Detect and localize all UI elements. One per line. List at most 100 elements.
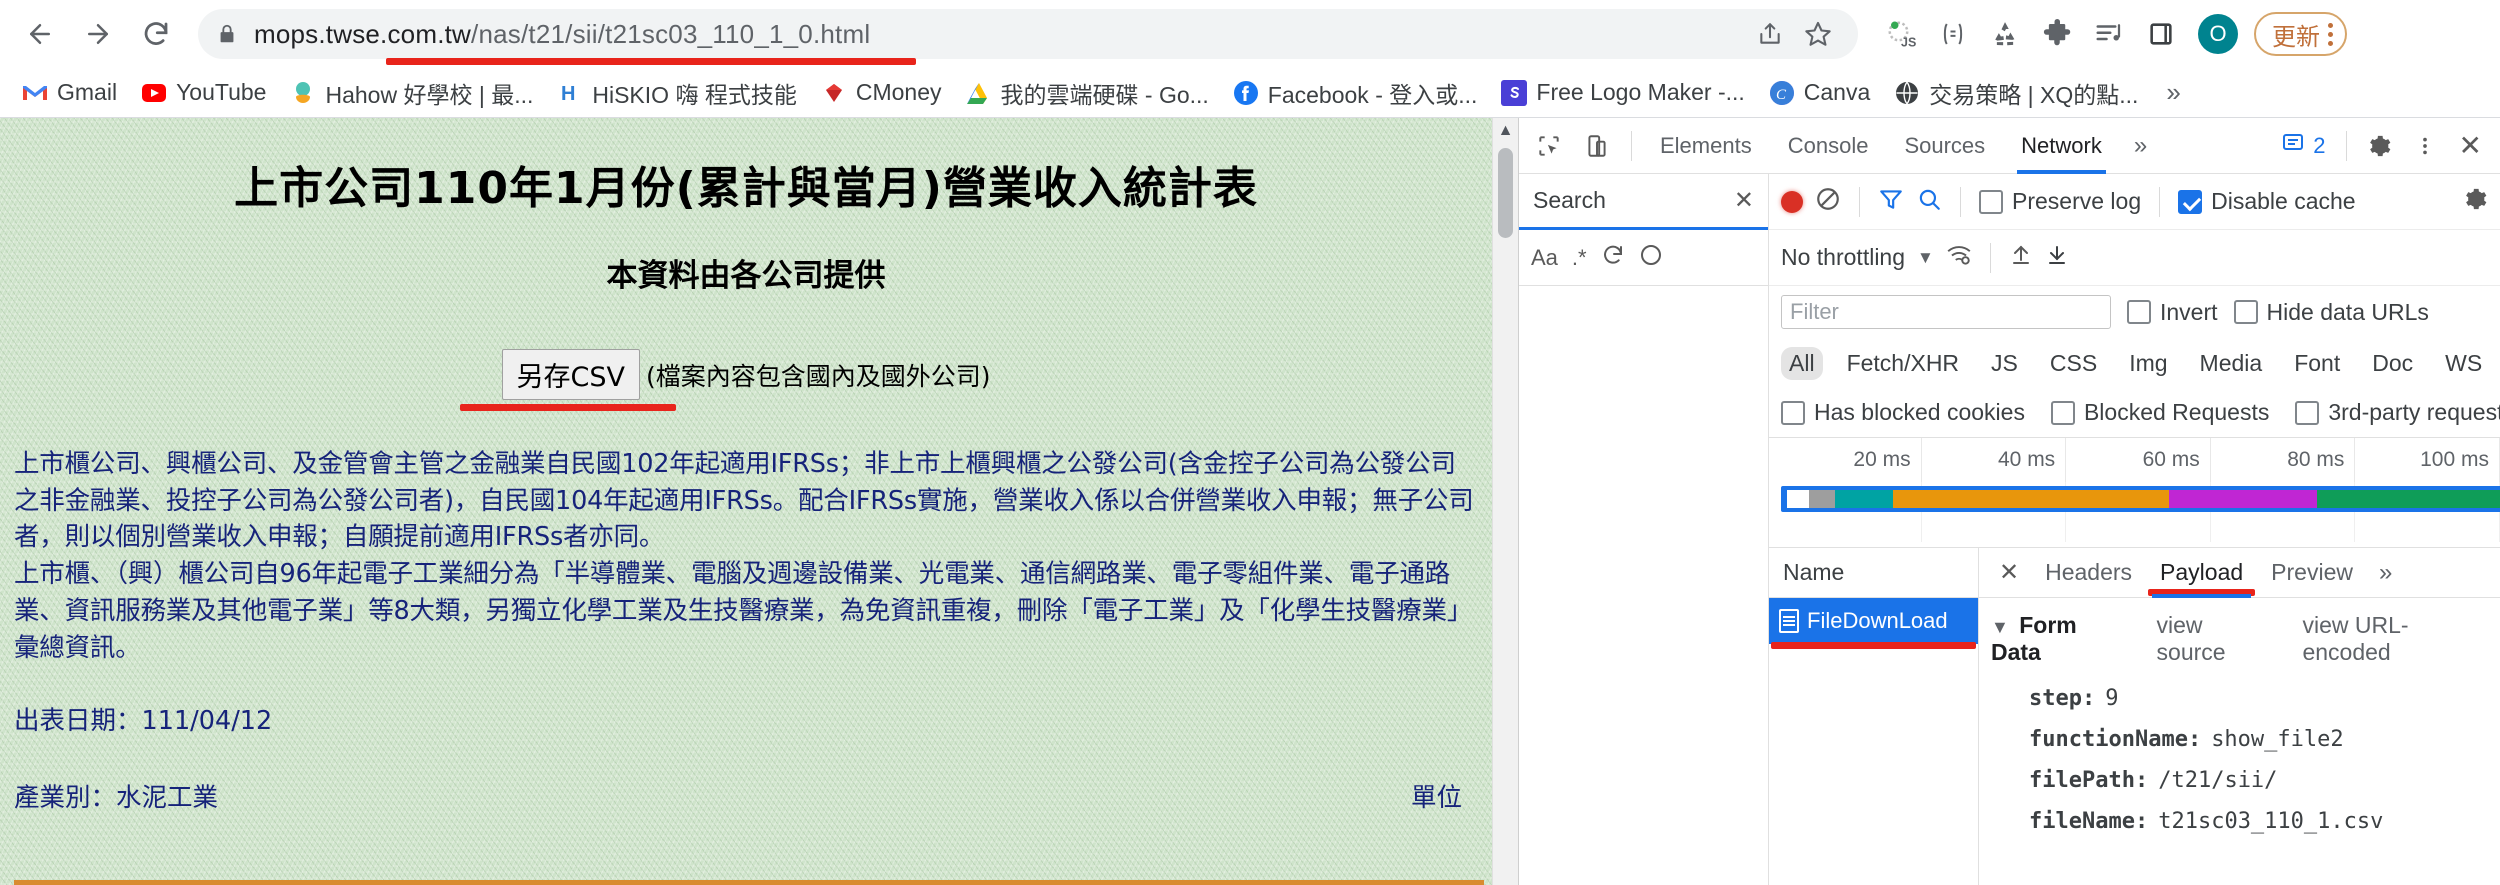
- forward-button[interactable]: [72, 8, 124, 60]
- checkbox-box[interactable]: [2233, 300, 2258, 324]
- type-filter-img[interactable]: Img: [2121, 347, 2175, 380]
- detail-tabs-overflow-button[interactable]: »: [2369, 559, 2402, 587]
- reading-list-icon[interactable]: [2140, 13, 2182, 55]
- request-row-filedownload[interactable]: FileDownLoad: [1769, 598, 1978, 649]
- checkbox-box[interactable]: [1781, 400, 1805, 425]
- music-playlist-extension-icon[interactable]: [2088, 13, 2130, 55]
- type-filter-js[interactable]: JS: [1983, 347, 2026, 380]
- update-button[interactable]: 更新: [2254, 12, 2347, 56]
- refresh-icon[interactable]: [1601, 243, 1625, 273]
- type-filter-doc[interactable]: Doc: [2364, 347, 2421, 380]
- disable-cache-checkbox[interactable]: Disable cache: [2178, 188, 2356, 215]
- form-data-title-group[interactable]: ▼ Form Data: [1991, 612, 2127, 666]
- puzzle-extensions-icon[interactable]: [2036, 13, 2078, 55]
- checkbox-box[interactable]: [1979, 189, 2003, 214]
- view-url-encoded-link[interactable]: view URL-encoded: [2302, 612, 2488, 666]
- type-filter-media[interactable]: Media: [2192, 347, 2271, 380]
- blocked-requests-checkbox[interactable]: Blocked Requests: [2050, 399, 2269, 426]
- filter-row: Filter Invert Hide data URLs: [1769, 286, 2500, 338]
- filter-input[interactable]: Filter: [1781, 295, 2111, 329]
- detail-tab-payload[interactable]: Payload: [2148, 548, 2256, 598]
- bookmark-canva[interactable]: C Canva: [1759, 73, 1880, 112]
- equal-brackets-extension-icon[interactable]: [1932, 13, 1974, 55]
- chevron-down-icon[interactable]: ▼: [1917, 248, 1934, 268]
- type-filter-ws[interactable]: WS: [2437, 347, 2490, 380]
- export-har-icon[interactable]: [2045, 242, 2069, 274]
- match-case-icon[interactable]: Aa: [1531, 245, 1558, 271]
- devtools-more-icon[interactable]: [2405, 126, 2445, 166]
- bookmark-hahow[interactable]: Hahow 好學校 | 最...: [280, 70, 543, 116]
- bookmark-logomaker[interactable]: Free Logo Maker -...: [1491, 73, 1754, 112]
- type-filter-css[interactable]: CSS: [2042, 347, 2105, 380]
- hide-data-urls-checkbox[interactable]: Hide data URLs: [2233, 299, 2429, 326]
- javascript-extension-icon[interactable]: JS: [1880, 13, 1922, 55]
- type-filter-font[interactable]: Font: [2286, 347, 2348, 380]
- detail-tab-preview[interactable]: Preview: [2259, 548, 2365, 598]
- clear-log-icon[interactable]: [1815, 186, 1841, 218]
- svg-text:C: C: [1776, 87, 1787, 103]
- tab-network[interactable]: Network: [2007, 118, 2116, 174]
- address-bar[interactable]: mops.twse.com.tw/nas/t21/sii/t21sc03_110…: [198, 9, 1858, 65]
- share-icon[interactable]: [1748, 12, 1792, 56]
- network-bottom: Name FileDownLoad ✕ Headers Payload Prev…: [1769, 548, 2500, 885]
- checkbox-box[interactable]: [2178, 189, 2203, 214]
- scrollbar-thumb[interactable]: [1498, 148, 1513, 238]
- tab-console[interactable]: Console: [1774, 118, 1883, 174]
- checkbox-box[interactable]: [2295, 400, 2320, 425]
- gmail-icon: [22, 80, 48, 106]
- devtools-tabs-overflow-button[interactable]: »: [2124, 132, 2157, 160]
- network-conditions-icon[interactable]: [1946, 242, 1972, 274]
- bookmark-youtube[interactable]: YouTube: [131, 73, 276, 112]
- chrome-menu-icon[interactable]: [2328, 22, 2333, 46]
- type-filter-all[interactable]: All: [1781, 346, 1823, 380]
- requests-column-header[interactable]: Name: [1769, 548, 1978, 598]
- type-filter-fetch-xhr[interactable]: Fetch/XHR: [1839, 347, 1967, 380]
- filter-toggle-icon[interactable]: [1878, 186, 1904, 218]
- bookmark-facebook[interactable]: Facebook - 登入或...: [1223, 70, 1488, 116]
- bookmark-label: HiSKIO 嗨 程式技能: [592, 81, 797, 108]
- cmoney-icon: [821, 80, 847, 106]
- bookmark-cmoney[interactable]: CMoney: [811, 73, 952, 112]
- clear-search-icon[interactable]: [1639, 243, 1663, 273]
- checkbox-box[interactable]: [2127, 300, 2151, 324]
- back-button[interactable]: [14, 8, 66, 60]
- has-blocked-cookies-checkbox[interactable]: Has blocked cookies: [1781, 399, 2025, 426]
- view-source-link[interactable]: view source: [2157, 612, 2273, 666]
- bookmark-xq[interactable]: 交易策略 | XQ的點...: [1884, 70, 2148, 116]
- message-count-badge[interactable]: 2: [2273, 131, 2333, 161]
- import-har-icon[interactable]: [2009, 242, 2033, 274]
- reload-button[interactable]: [130, 8, 182, 60]
- gear-icon[interactable]: [2359, 126, 2399, 166]
- bookmarks-overflow-button[interactable]: »: [2166, 77, 2180, 108]
- divider: [1631, 130, 1632, 161]
- bookmark-star-icon[interactable]: [1796, 12, 1840, 56]
- save-csv-button[interactable]: 另存CSV: [501, 349, 640, 400]
- checkbox-box[interactable]: [2050, 400, 2075, 425]
- page-scrollbar[interactable]: ▲: [1492, 118, 1518, 885]
- network-timeline-overview[interactable]: 20 ms 40 ms 60 ms 80 ms 100 ms: [1769, 438, 2500, 548]
- close-search-icon[interactable]: ✕: [1734, 186, 1754, 215]
- record-icon[interactable]: [1781, 190, 1803, 213]
- tab-sources[interactable]: Sources: [1890, 118, 1999, 174]
- throttling-select[interactable]: No throttling: [1781, 244, 1905, 271]
- scroll-up-arrow[interactable]: ▲: [1493, 120, 1518, 142]
- url-red-underline-annotation: [386, 58, 916, 65]
- triangle-down-icon[interactable]: ▼: [1991, 617, 2009, 637]
- regex-icon[interactable]: .*: [1572, 245, 1587, 271]
- bookmark-google-drive[interactable]: 我的雲端硬碟 - Go...: [956, 70, 1219, 116]
- detail-tab-headers[interactable]: Headers: [2033, 548, 2144, 598]
- close-detail-icon[interactable]: ✕: [1989, 558, 2029, 587]
- device-toolbar-icon[interactable]: [1577, 126, 1617, 166]
- bookmark-gmail[interactable]: Gmail: [12, 73, 127, 112]
- network-settings-icon[interactable]: [2462, 186, 2488, 218]
- third-party-requests-checkbox[interactable]: 3rd-party requests: [2295, 399, 2500, 426]
- inspect-element-icon[interactable]: [1529, 126, 1569, 166]
- preserve-log-checkbox[interactable]: Preserve log: [1979, 188, 2141, 215]
- search-toggle-icon[interactable]: [1916, 186, 1942, 218]
- invert-checkbox[interactable]: Invert: [2127, 299, 2218, 326]
- close-devtools-icon[interactable]: ✕: [2451, 129, 2490, 162]
- bookmark-hiskio[interactable]: H HiSKIO 嗨 程式技能: [547, 70, 806, 116]
- tab-elements[interactable]: Elements: [1646, 118, 1766, 174]
- recycle-extension-icon[interactable]: [1984, 13, 2026, 55]
- avatar[interactable]: O: [2198, 14, 2238, 54]
